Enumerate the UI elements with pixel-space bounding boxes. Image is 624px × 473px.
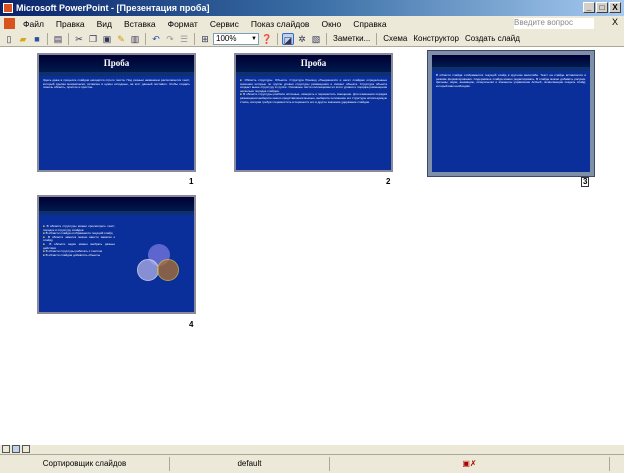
new-slide-button[interactable]: Создать слайд [463, 34, 522, 43]
slide-bullet: Область структуры. Объекта. Структура Юн… [240, 78, 387, 93]
minimize-button[interactable]: _ [583, 2, 595, 13]
slide-title: Проба [39, 55, 194, 72]
menu-file[interactable]: Файл [17, 19, 50, 29]
menu-slideshow[interactable]: Показ слайдов [245, 19, 316, 29]
notes-button[interactable]: Заметки... [331, 34, 372, 43]
transition-icon[interactable]: ✲ [296, 33, 308, 45]
title-bar: Microsoft PowerPoint - [Презентация проб… [0, 0, 624, 16]
summary-slide-icon[interactable]: ▥ [129, 33, 141, 45]
design-scheme-button[interactable]: Схема [381, 34, 409, 43]
slide-number: 3 [581, 177, 590, 187]
slide-title: Проба [236, 55, 391, 72]
designer-button[interactable]: Конструктор [411, 34, 461, 43]
help-search-input[interactable]: Введите вопрос [514, 18, 594, 29]
expand-icon[interactable]: ⊞ [199, 33, 211, 45]
status-design: default [170, 457, 330, 471]
slide-sorter-view-icon[interactable] [12, 445, 20, 453]
slide-body: Здесь даже в процессе слайдов находится … [43, 78, 190, 90]
help-icon[interactable]: ❓ [261, 33, 273, 45]
maximize-button[interactable]: □ [596, 2, 608, 13]
undo-icon[interactable]: ↶ [150, 33, 162, 45]
new-icon[interactable]: ▯ [3, 33, 15, 45]
venn-diagram [135, 244, 185, 289]
slide-number: 4 [189, 320, 194, 329]
save-icon[interactable]: ■ [31, 33, 43, 45]
spelling-icon[interactable]: ▣✗ [330, 457, 610, 471]
format-painter-icon[interactable]: ✎ [115, 33, 127, 45]
copy-icon[interactable]: ❐ [87, 33, 99, 45]
print-icon[interactable]: ▤ [52, 33, 64, 45]
menu-format[interactable]: Формат [162, 19, 204, 29]
slide-number: 1 [189, 177, 194, 186]
slide-sorter-area: Проба Здесь даже в процессе слайдов нахо… [0, 48, 624, 445]
redo-icon[interactable]: ↷ [164, 33, 176, 45]
menu-insert[interactable]: Вставка [118, 19, 162, 29]
slide-bullet: В области структуры разбили истинные, из… [240, 93, 387, 104]
hide-slide-icon[interactable]: ▧ [310, 33, 322, 45]
menu-bar: Файл Правка Вид Вставка Формат Сервис По… [0, 16, 624, 31]
powerpoint-icon [3, 3, 13, 13]
document-icon[interactable] [4, 18, 15, 29]
window-title: Microsoft PowerPoint - [Презентация проб… [16, 3, 210, 13]
menu-window[interactable]: Окно [315, 19, 347, 29]
menu-help[interactable]: Справка [347, 19, 392, 29]
view-buttons [0, 445, 624, 454]
slide-thumbnail-4[interactable]: В области структуры можно просмотреть те… [37, 195, 196, 314]
normal-view-icon[interactable] [2, 445, 10, 453]
cut-icon[interactable]: ✂ [73, 33, 85, 45]
slideshow-view-icon[interactable] [22, 445, 30, 453]
slide-thumbnail-2[interactable]: Проба Область структуры. Объекта. Структ… [234, 53, 393, 172]
zoom-select[interactable]: 100% ▼ [213, 32, 259, 45]
status-bar: Сортировщик слайдов default ▣✗ [0, 454, 624, 473]
paste-icon[interactable]: ▣ [101, 33, 113, 45]
slide-body: В области слайда отображается текущий сл… [436, 73, 586, 88]
menu-tools[interactable]: Сервис [204, 19, 245, 29]
standard-toolbar: ▯ ▰ ■ ▤ ✂ ❐ ▣ ✎ ▥ ↶ ↷ ☰ ⊞ 100% ▼ ❓ ◪ ✲ ▧ … [0, 31, 624, 47]
grid-icon[interactable]: ☰ [178, 33, 190, 45]
menu-edit[interactable]: Правка [50, 19, 91, 29]
zoom-value: 100% [216, 33, 237, 43]
slide-number: 2 [386, 177, 391, 186]
slide-thumbnail-1[interactable]: Проба Здесь даже в процессе слайдов нахо… [37, 53, 196, 172]
chevron-down-icon: ▼ [251, 35, 257, 42]
grayscale-icon[interactable]: ◪ [282, 32, 294, 45]
open-icon[interactable]: ▰ [17, 33, 29, 45]
menu-view[interactable]: Вид [91, 19, 118, 29]
status-view: Сортировщик слайдов [0, 457, 170, 471]
close-button[interactable]: X [609, 2, 621, 13]
close-document-button[interactable]: X [612, 17, 618, 27]
slide-thumbnail-3-selected[interactable]: В области слайда отображается текущий сл… [427, 50, 595, 177]
slide-bullet: В области слайдов добавлять объекты [43, 253, 115, 258]
